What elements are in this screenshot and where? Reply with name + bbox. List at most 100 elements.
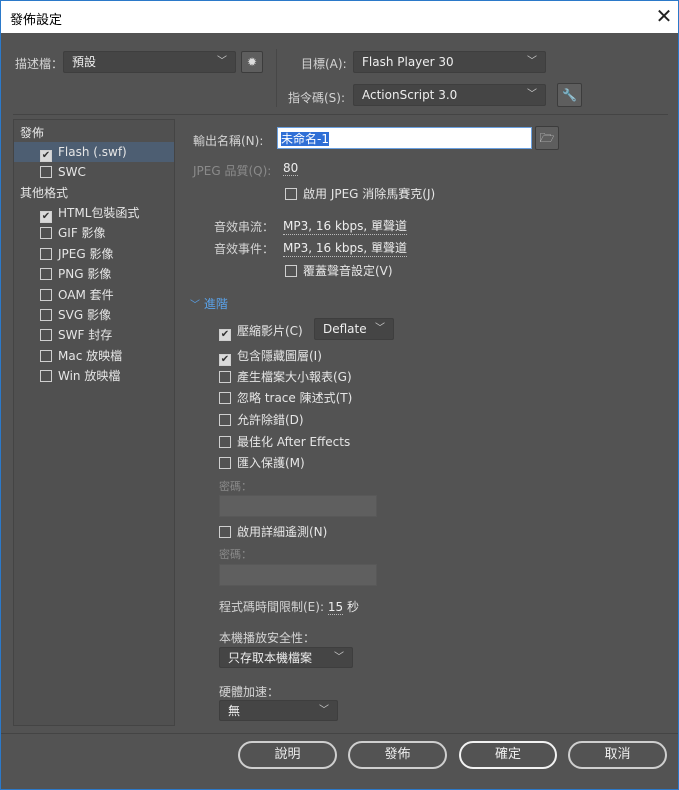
telemetry-checkbox[interactable]: 啟用詳細遙測(N)	[219, 523, 327, 540]
item-label: PNG 影像	[58, 267, 112, 281]
item-label: SWC	[58, 165, 86, 179]
audio-stream-value[interactable]: MP3, 16 kbps, 單聲道	[283, 217, 408, 235]
publish-header: 發佈	[20, 126, 45, 140]
folder-icon[interactable]: 🗁	[535, 126, 559, 150]
profile-label: 描述檔：	[15, 57, 64, 71]
checkbox[interactable]	[219, 414, 231, 426]
item-label: SWF 封存	[58, 328, 113, 342]
checkbox-label: 啟用詳細遙測(N)	[237, 525, 328, 539]
checkbox[interactable]	[40, 329, 52, 341]
audio-event-label: 音效事件：	[214, 242, 275, 256]
hw-accel-dropdown[interactable]: 無 ﹀	[219, 700, 338, 721]
password-input[interactable]	[219, 495, 377, 517]
hw-accel-label: 硬體加速：	[219, 685, 280, 699]
checkbox[interactable]	[40, 268, 52, 280]
override-sound-checkbox[interactable]: 覆蓋聲音設定(V)	[285, 262, 393, 279]
omit-trace-checkbox[interactable]: 忽略 trace 陳述式(T)	[219, 389, 352, 406]
jpeg-quality-value[interactable]: 80	[283, 161, 299, 176]
local-security-label: 本機播放安全性：	[219, 631, 316, 645]
wrench-icon[interactable]: 🔧	[557, 83, 582, 107]
item-label: Flash (.swf)	[58, 145, 127, 159]
script-time-limit: 程式碼時間限制(E): 15 秒	[219, 598, 359, 615]
checkbox[interactable]: ✔	[40, 150, 52, 162]
target-label: 目標(A):	[301, 57, 347, 71]
checkbox-label: 匯入保護(M)	[237, 456, 305, 470]
ok-button[interactable]: 確定	[459, 741, 557, 769]
format-list: 發佈 ✔ Flash (.swf) SWC 其他格式 ✔ HTML包裝函式 GIF …	[13, 119, 175, 726]
size-report-checkbox[interactable]: 產生檔案大小報表(G)	[219, 368, 352, 385]
script-time-value[interactable]: 15	[327, 600, 344, 615]
list-item-svg[interactable]: SVG 影像	[14, 305, 174, 325]
target-dropdown[interactable]: Flash Player 30 ﹀	[353, 51, 546, 73]
local-security-dropdown[interactable]: 只存取本機檔案 ﹀	[219, 647, 353, 668]
chevron-down-icon: ﹀	[375, 323, 385, 334]
advanced-header: 進階	[203, 297, 228, 311]
list-item-gif[interactable]: GIF 影像	[14, 223, 174, 243]
checkbox[interactable]	[219, 526, 231, 538]
checkbox[interactable]	[285, 265, 297, 277]
password-label: 密碼：	[219, 480, 252, 493]
checkbox[interactable]	[219, 436, 231, 448]
list-item-swf-archive[interactable]: SWF 封存	[14, 325, 174, 345]
list-item-flash[interactable]: ✔ Flash (.swf)	[14, 142, 174, 162]
audio-event-value[interactable]: MP3, 16 kbps, 單聲道	[283, 239, 408, 257]
checkbox[interactable]	[40, 350, 52, 362]
divider	[276, 49, 277, 107]
list-item-png[interactable]: PNG 影像	[14, 264, 174, 284]
script-time-unit: 秒	[346, 600, 359, 614]
output-name-value: 未命名-1	[281, 132, 329, 146]
checkbox[interactable]	[40, 289, 52, 301]
checkbox[interactable]	[40, 309, 52, 321]
local-security-value: 只存取本機檔案	[228, 651, 313, 665]
other-formats-header: 其他格式	[20, 186, 69, 200]
list-item-win-projector[interactable]: Win 放映檔	[14, 366, 174, 386]
help-button[interactable]: 說明	[238, 741, 337, 769]
checkbox-label: 覆蓋聲音設定(V)	[303, 264, 393, 278]
item-label: Win 放映檔	[58, 369, 121, 383]
checkbox[interactable]: ✔	[219, 329, 231, 341]
dialog-title: 發佈設定	[10, 13, 63, 28]
script-time-label: 程式碼時間限制(E):	[219, 600, 324, 614]
publish-button[interactable]: 發佈	[348, 741, 447, 769]
compress-mode-dropdown[interactable]: Deflate ﹀	[314, 318, 394, 340]
optimize-ae-checkbox[interactable]: 最佳化 After Effects	[219, 433, 350, 450]
checkbox[interactable]	[40, 166, 52, 178]
list-item-swc[interactable]: SWC	[14, 162, 174, 182]
advanced-toggle[interactable]: ﹀ 進階	[190, 295, 228, 312]
script-dropdown[interactable]: ActionScript 3.0 ﹀	[353, 84, 546, 106]
compress-movie-checkbox[interactable]: ✔ 壓縮影片(C)	[219, 322, 303, 341]
protect-import-checkbox[interactable]: 匯入保護(M)	[219, 454, 305, 471]
chevron-down-icon: ﹀	[217, 56, 227, 67]
audio-stream-label: 音效串流：	[214, 220, 275, 234]
checkbox-label: 啟用 JPEG 消除馬賽克(J)	[303, 187, 436, 201]
telemetry-password-input[interactable]	[219, 564, 377, 586]
gear-icon[interactable]: ✹	[241, 51, 263, 73]
list-item-html[interactable]: ✔ HTML包裝函式	[14, 203, 174, 223]
list-item-oam[interactable]: OAM 套件	[14, 285, 174, 305]
chevron-down-icon: ﹀	[190, 300, 200, 311]
checkbox-label: 忽略 trace 陳述式(T)	[237, 391, 353, 405]
include-hidden-checkbox[interactable]: ✔ 包含隱藏圖層(I)	[219, 347, 322, 366]
cancel-button[interactable]: 取消	[568, 741, 667, 769]
profile-dropdown[interactable]: 預設 ﹀	[63, 51, 236, 73]
profile-value: 預設	[72, 55, 97, 69]
permit-debug-checkbox[interactable]: 允許除錯(D)	[219, 411, 304, 428]
checkbox[interactable]	[219, 392, 231, 404]
checkbox-label: 允許除錯(D)	[237, 413, 304, 427]
checkbox[interactable]	[40, 227, 52, 239]
checkbox[interactable]	[40, 248, 52, 260]
checkbox[interactable]	[285, 188, 297, 200]
output-name-input[interactable]: 未命名-1	[277, 127, 532, 149]
checkbox[interactable]	[40, 370, 52, 382]
checkbox-label: 壓縮影片(C)	[237, 324, 303, 338]
checkbox[interactable]	[219, 371, 231, 383]
close-icon[interactable]: ✕	[651, 4, 677, 28]
list-item-jpeg[interactable]: JPEG 影像	[14, 244, 174, 264]
checkbox[interactable]: ✔	[40, 211, 52, 223]
jpeg-deblock-checkbox[interactable]: 啟用 JPEG 消除馬賽克(J)	[285, 185, 435, 202]
checkbox[interactable]: ✔	[219, 354, 231, 366]
separator	[13, 114, 668, 115]
compress-mode-value: Deflate	[323, 322, 367, 336]
list-item-mac-projector[interactable]: Mac 放映檔	[14, 346, 174, 366]
checkbox[interactable]	[219, 457, 231, 469]
